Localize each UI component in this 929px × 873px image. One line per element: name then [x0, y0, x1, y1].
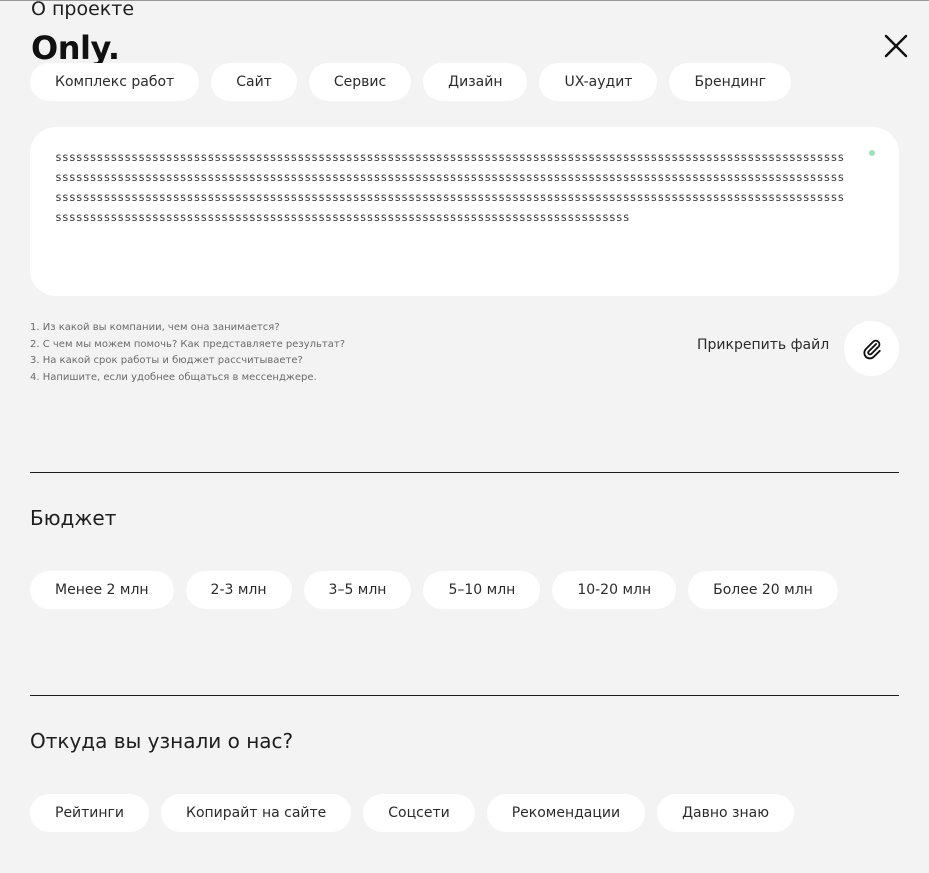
logo: Only. — [31, 29, 120, 67]
chip-source-ratings[interactable]: Рейтинги — [30, 794, 150, 832]
source-title: Откуда вы узнали о нас? — [30, 729, 294, 753]
hint-item: 1. Из какой вы компании, чем она занимае… — [30, 322, 280, 333]
source-chip-row: Рейтинги Копирайт на сайте Соцсети Реком… — [30, 794, 795, 832]
budget-chip-row: Менее 2 млн 2-3 млн 3–5 млн 5–10 млн 10-… — [30, 571, 838, 609]
chip-budget-10-20m[interactable]: 10-20 млн — [552, 571, 677, 609]
project-description-textarea[interactable]: ssssssssssssssssssssssssssssssssssssssss… — [30, 127, 899, 296]
attach-file-label[interactable]: Прикрепить файл — [697, 337, 829, 353]
top-border — [0, 0, 929, 1]
description-hints: 1. Из какой вы компании, чем она занимае… — [30, 320, 345, 386]
chip-budget-2-3m[interactable]: 2-3 млн — [185, 571, 292, 609]
budget-title: Бюджет — [30, 506, 117, 530]
chip-source-recommendations[interactable]: Рекомендации — [486, 794, 646, 832]
hint-item: 4. Напишите, если удобнее общаться в мес… — [30, 371, 317, 383]
chip-budget-over-20m[interactable]: Более 20 млн — [688, 571, 838, 609]
hint-item: 2. С чем мы можем помочь? Как представля… — [30, 338, 345, 350]
section-title-about-project: О проекте — [31, 0, 135, 20]
section-divider — [30, 695, 899, 696]
chip-service[interactable]: Сервис — [308, 63, 412, 101]
chip-design[interactable]: Дизайн — [423, 63, 528, 101]
chip-budget-3-5m[interactable]: 3–5 млн — [303, 571, 412, 609]
chip-budget-under-2m[interactable]: Менее 2 млн — [30, 571, 174, 609]
close-button[interactable] — [881, 31, 911, 61]
chip-ux-audit[interactable]: UX-аудит — [539, 63, 658, 101]
paperclip-icon — [862, 339, 881, 359]
section-divider — [30, 472, 899, 473]
chip-budget-5-10m[interactable]: 5–10 млн — [423, 571, 541, 609]
chip-branding[interactable]: Брендинг — [669, 63, 792, 101]
close-icon — [884, 34, 908, 58]
textarea-status-indicator — [869, 150, 875, 156]
chip-source-social[interactable]: Соцсети — [363, 794, 475, 832]
services-chip-row: Комплекс работ Сайт Сервис Дизайн UX-ауд… — [30, 63, 792, 101]
hint-item: 3. На какой срок работы и бюджет рассчит… — [30, 355, 303, 366]
chip-source-copyright[interactable]: Копирайт на сайте — [161, 794, 352, 832]
attach-file-button[interactable] — [844, 321, 899, 376]
chip-website[interactable]: Сайт — [211, 63, 297, 101]
chip-source-long-known[interactable]: Давно знаю — [657, 794, 795, 832]
chip-complex-works[interactable]: Комплекс работ — [30, 63, 200, 101]
